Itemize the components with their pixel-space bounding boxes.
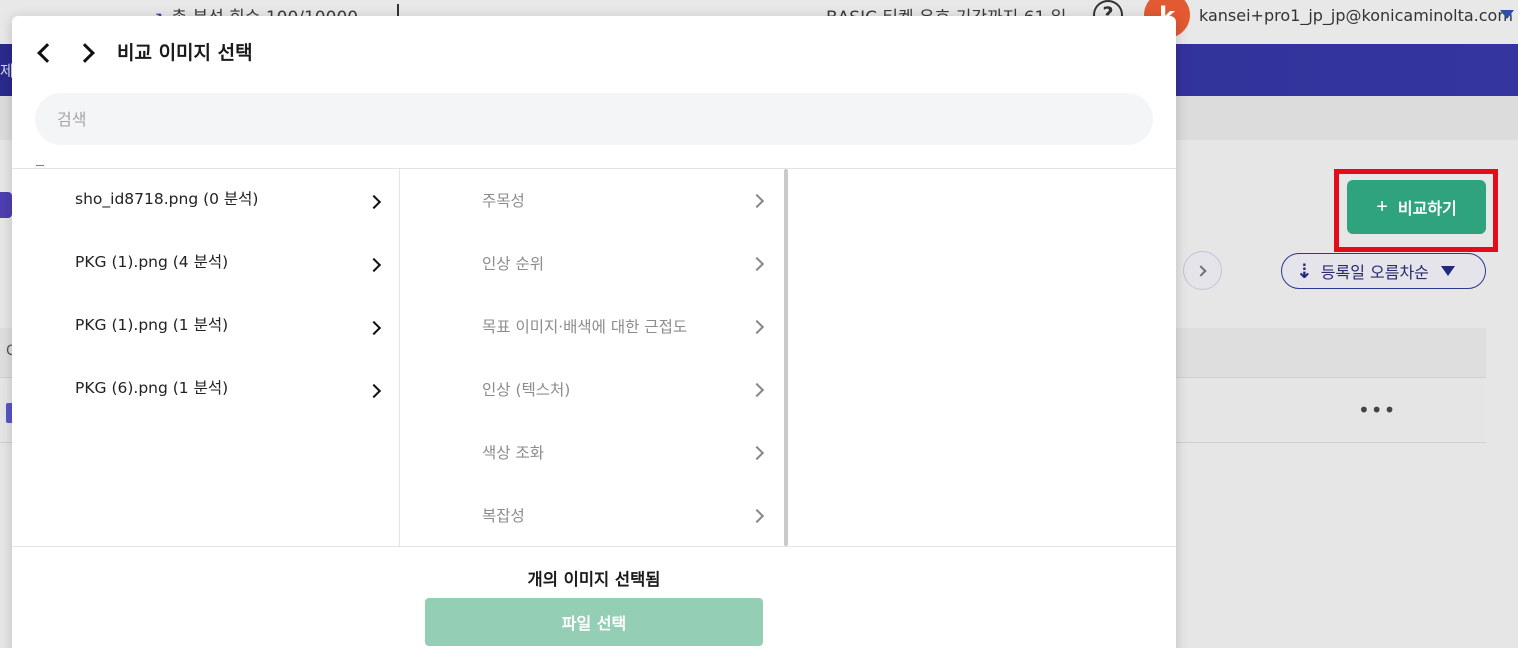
chevron-right-icon: [749, 445, 765, 461]
criteria-list-item[interactable]: 목표 이미지·배색에 대한 근접도: [400, 295, 784, 358]
modal-title: 비교 이미지 선택: [117, 42, 253, 64]
chevron-right-icon: [366, 194, 382, 210]
account-dropdown-icon[interactable]: [1500, 10, 1514, 19]
criteria-list-item[interactable]: 주목성: [400, 169, 784, 232]
plus-icon: +: [1376, 195, 1388, 218]
file-list-item[interactable]: PKG (6).png (1 분석): [12, 358, 399, 421]
compare-button[interactable]: + 비교하기: [1347, 180, 1486, 234]
criteria-list-item[interactable]: 색상 조화: [400, 421, 784, 484]
file-list-item[interactable]: PKG (1).png (1 분석): [12, 295, 399, 358]
file-label: sho_id8718.png (0 분석): [75, 190, 259, 208]
file-list: sho_id8718.png (0 분석) PKG (1).png (4 분석)…: [12, 169, 399, 421]
more-options-icon[interactable]: •••: [1358, 398, 1396, 422]
chevron-right-icon: [366, 383, 382, 399]
sort-dropdown[interactable]: ⇣ 등록일 오름차순: [1281, 253, 1486, 289]
search-input[interactable]: [35, 93, 1153, 145]
criteria-label: 인상 (텍스처): [482, 381, 571, 399]
criteria-label: 목표 이미지·배색에 대한 근접도: [482, 318, 688, 336]
file-list-item[interactable]: PKG (1).png (4 분석): [12, 232, 399, 295]
account-email[interactable]: kansei+pro1_jp_jp@konicaminolta.com: [1199, 6, 1513, 25]
chevron-right-icon: [366, 320, 382, 336]
select-file-button[interactable]: 파일 선택: [425, 598, 763, 646]
sort-label: 등록일 오름차순: [1320, 263, 1429, 282]
file-label: PKG (1).png (1 분석): [75, 316, 229, 334]
compare-image-modal: 비교 이미지 선택 sho_id8718.png (0 분석) PKG (1).…: [12, 16, 1176, 648]
divider: [12, 546, 1176, 547]
chevron-right-icon: [749, 319, 765, 335]
forward-button[interactable]: [75, 38, 100, 68]
criteria-list-item[interactable]: 인상 순위: [400, 232, 784, 295]
column-scrollbar[interactable]: [784, 169, 788, 546]
criteria-list-item[interactable]: 복잡성: [400, 484, 784, 547]
sort-icon: ⇣: [1296, 259, 1313, 283]
chevron-right-icon: [749, 193, 765, 209]
criteria-label: 인상 순위: [482, 255, 544, 273]
chevron-right-icon: [1195, 264, 1207, 277]
back-button[interactable]: [32, 38, 57, 68]
dash-marker: [36, 165, 44, 166]
file-label: PKG (1).png (4 분석): [75, 253, 229, 271]
scroll-right-button[interactable]: [1183, 251, 1222, 290]
criteria-label: 복잡성: [482, 507, 525, 525]
chevron-right-icon: [75, 43, 95, 63]
criteria-list-item[interactable]: 인상 (텍스처): [400, 358, 784, 421]
chevron-right-icon: [749, 382, 765, 398]
file-label: PKG (6).png (1 분석): [75, 379, 229, 397]
chevron-right-icon: [749, 508, 765, 524]
chevron-right-icon: [749, 256, 765, 272]
criteria-label: 색상 조화: [482, 444, 544, 462]
compare-button-label: 비교하기: [1397, 201, 1457, 218]
criteria-label: 주목성: [482, 192, 525, 210]
folder-icon[interactable]: [0, 192, 12, 218]
chevron-right-icon: [366, 257, 382, 273]
chevron-left-icon: [37, 43, 57, 63]
file-list-item[interactable]: sho_id8718.png (0 분석): [12, 169, 399, 232]
criteria-list: 주목성 인상 순위 목표 이미지·배색에 대한 근접도 인상 (텍스처) 색상 …: [400, 169, 784, 547]
caret-down-icon: [1440, 266, 1455, 276]
selected-count: 개의 이미지 선택됨: [527, 570, 661, 589]
